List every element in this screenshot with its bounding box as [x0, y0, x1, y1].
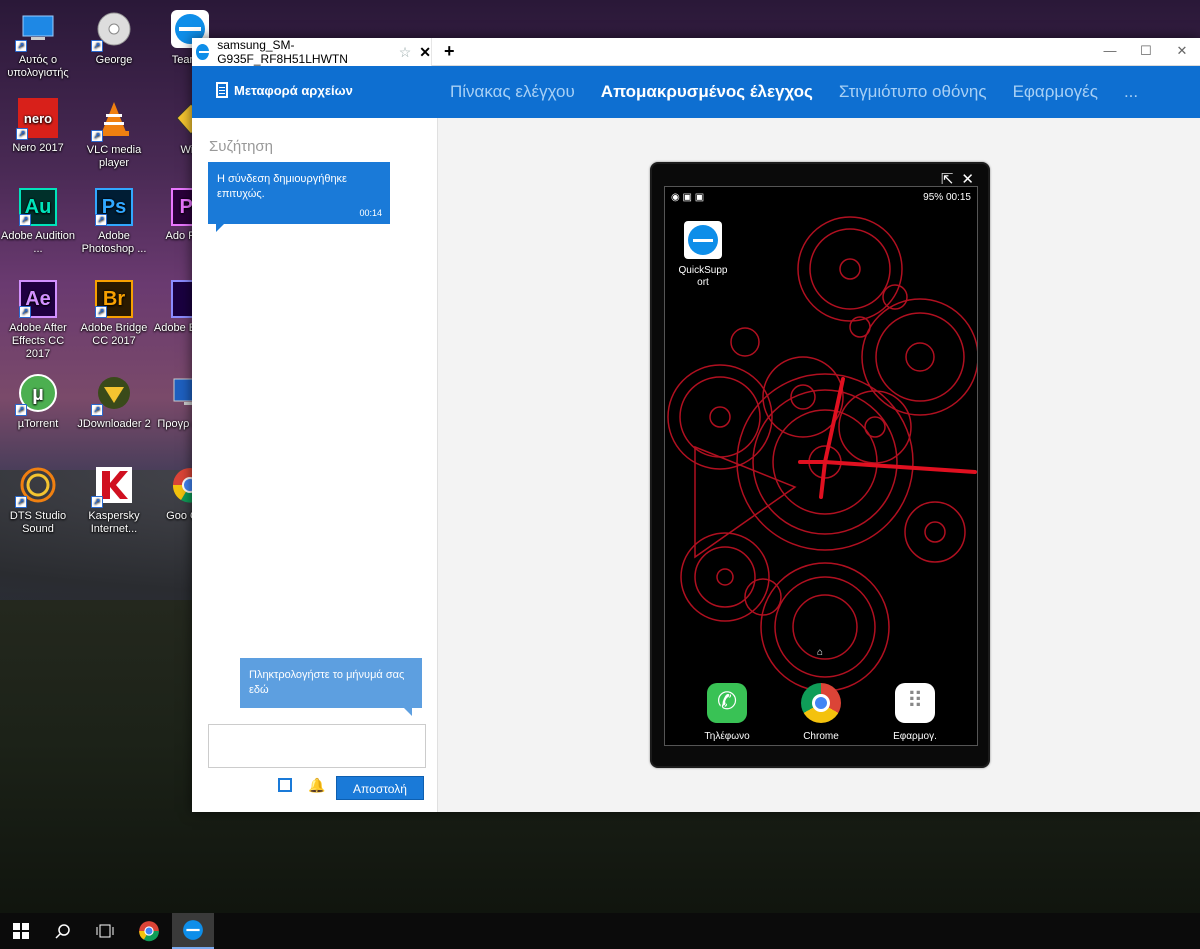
chat-panel: Συζήτηση Η σύνδεση δημιουργήθηκε επιτυχώ…: [192, 118, 438, 812]
jdownloader-icon: ↗: [91, 372, 135, 416]
desktop-icon-nero[interactable]: nero ↗ Nero 2017: [0, 98, 76, 155]
chat-input[interactable]: [208, 724, 426, 768]
tab-apps[interactable]: Εφαρμογές: [1013, 82, 1098, 102]
photoshop-icon: Ps ↗: [95, 188, 133, 226]
nero-icon: nero ↗: [16, 98, 58, 140]
home-indicator-icon: ⌂: [817, 647, 824, 658]
teamviewer-window: samsung_SM-G935F_RF8H51LHWTN ☆ ✕ + — ☐ ✕…: [192, 38, 1200, 812]
desktop-icon-vlc[interactable]: ↗ VLC media player: [76, 98, 152, 170]
desktop-icon-utorrent[interactable]: µ ↗ µTorrent: [0, 372, 76, 431]
search-button[interactable]: [42, 913, 84, 949]
taskbar-teamviewer[interactable]: [172, 913, 214, 949]
window-titlebar: samsung_SM-G935F_RF8H51LHWTN ☆ ✕ + — ☐ ✕: [192, 38, 1200, 66]
close-tab-icon[interactable]: ✕: [419, 44, 431, 61]
chat-title: Συζήτηση: [209, 138, 274, 155]
kaspersky-icon: ↗: [91, 464, 135, 508]
dock-apps-label: Εφαρμογ.: [893, 731, 937, 742]
dock-chrome-label: Chrome: [803, 731, 839, 742]
dock-app-apps[interactable]: Εφαρμογ.: [879, 683, 951, 742]
windows-icon: [13, 923, 29, 939]
chrome-icon: [139, 921, 159, 942]
vlc-icon: ↗: [91, 98, 135, 142]
app-quicksupport[interactable]: QuickSupp ort: [673, 221, 733, 289]
send-button[interactable]: Αποστολή: [336, 776, 424, 800]
audition-icon: Au ↗: [19, 188, 57, 226]
attach-file-icon[interactable]: [278, 778, 292, 792]
desktop-icon-jdownloader[interactable]: ↗ JDownloader 2: [76, 372, 152, 431]
file-transfer-button[interactable]: Μεταφορά αρχείων: [216, 82, 353, 98]
chrome-icon: [801, 683, 841, 723]
task-view-button[interactable]: [84, 913, 126, 949]
minimize-button[interactable]: —: [1092, 38, 1128, 66]
desktop-icon-dts[interactable]: ↗ DTS Studio Sound: [0, 464, 76, 536]
utorrent-icon: µ ↗: [15, 372, 59, 416]
start-button[interactable]: [0, 913, 42, 949]
apps-icon: [895, 683, 935, 723]
dts-icon: ↗: [15, 464, 59, 508]
favorite-star-icon[interactable]: ☆: [399, 44, 412, 61]
device-status-bar: ◉ ▣ ▣ 95% 00:15: [665, 187, 977, 207]
taskbar: [0, 913, 1200, 949]
session-toolbar: Μεταφορά αρχείων Πίνακας ελέγχου Απομακρ…: [192, 66, 1200, 118]
quicksupport-icon: [684, 221, 722, 259]
alarm-bell-icon[interactable]: 🔔: [308, 777, 325, 794]
chat-message-text: Η σύνδεση δημιουργήθηκε επιτυχώς.: [217, 173, 347, 200]
computer-icon: ↗: [15, 8, 59, 52]
device-screen[interactable]: ◉ ▣ ▣ 95% 00:15 QuickSupp ort ⌂ Τηλέφωνο…: [664, 186, 978, 746]
search-icon: [55, 924, 70, 939]
new-tab-button[interactable]: +: [444, 41, 455, 62]
desktop-icon-audition[interactable]: Au ↗ Adobe Audition ...: [0, 188, 76, 256]
tab-remote-control[interactable]: Απομακρυσμένος έλεγχος: [601, 82, 813, 102]
document-icon: [216, 82, 228, 98]
status-left-icons: ◉ ▣ ▣: [671, 192, 705, 203]
after-effects-icon: Ae ↗: [19, 280, 57, 318]
chat-message-time: 00:14: [359, 208, 382, 218]
dock-app-chrome[interactable]: Chrome: [785, 683, 857, 742]
app-quicksupport-label: QuickSupp ort: [678, 265, 728, 288]
session-tab-title: samsung_SM-G935F_RF8H51LHWTN: [217, 38, 348, 66]
input-hint-tooltip: Πληκτρολογήστε το μήνυμά σας εδώ: [240, 658, 422, 716]
tab-more[interactable]: ...: [1124, 82, 1138, 102]
taskbar-chrome[interactable]: [128, 913, 170, 949]
file-transfer-label: Μεταφορά αρχείων: [234, 82, 353, 98]
desktop-icon-photoshop[interactable]: Ps ↗ Adobe Photoshop ...: [76, 188, 152, 256]
desktop-icon-kaspersky[interactable]: ↗ Kaspersky Internet...: [76, 464, 152, 536]
remote-view: ⇱ ✕ ◉ ▣ ▣ 95% 00:15 QuickSupp ort ⌂ ✆ Τη…: [440, 118, 1200, 812]
session-tab[interactable]: samsung_SM-G935F_RF8H51LHWTN ☆ ✕: [192, 38, 432, 66]
close-window-button[interactable]: ✕: [1164, 38, 1200, 66]
svg-text:µ: µ: [32, 383, 44, 405]
teamviewer-icon: [183, 920, 203, 940]
session-tabs: Πίνακας ελέγχου Απομακρυσμένος έλεγχος Σ…: [450, 66, 1164, 118]
dock-app-phone[interactable]: Τηλέφωνο: [691, 683, 763, 742]
phone-icon: [707, 683, 747, 723]
teamviewer-logo-icon: [196, 44, 210, 60]
dock-phone-label: Τηλέφωνο: [704, 731, 750, 742]
chat-message: Η σύνδεση δημιουργήθηκε επιτυχώς. 00:14: [208, 162, 390, 232]
desktop-icon-this-pc[interactable]: ↗ Αυτός ο υπολογιστής: [0, 8, 76, 80]
desktop-icon-bridge[interactable]: Br ↗ Adobe Bridge CC 2017: [76, 280, 152, 348]
bridge-icon: Br ↗: [95, 280, 133, 318]
window-controls: — ☐ ✕: [1092, 38, 1200, 66]
desktop-icon-after-effects[interactable]: Ae ↗ Adobe After Effects CC 2017: [0, 280, 76, 361]
device-frame: ⇱ ✕ ◉ ▣ ▣ 95% 00:15 QuickSupp ort ⌂ ✆ Τη…: [650, 162, 990, 768]
task-view-icon: [96, 924, 114, 938]
tab-screenshot[interactable]: Στιγμιότυπο οθόνης: [839, 82, 987, 102]
desktop-icon-george[interactable]: ↗ George: [76, 8, 152, 67]
tab-dashboard[interactable]: Πίνακας ελέγχου: [450, 82, 575, 102]
maximize-button[interactable]: ☐: [1128, 38, 1164, 66]
status-right: 95% 00:15: [923, 192, 971, 203]
disc-icon: ↗: [91, 8, 135, 52]
